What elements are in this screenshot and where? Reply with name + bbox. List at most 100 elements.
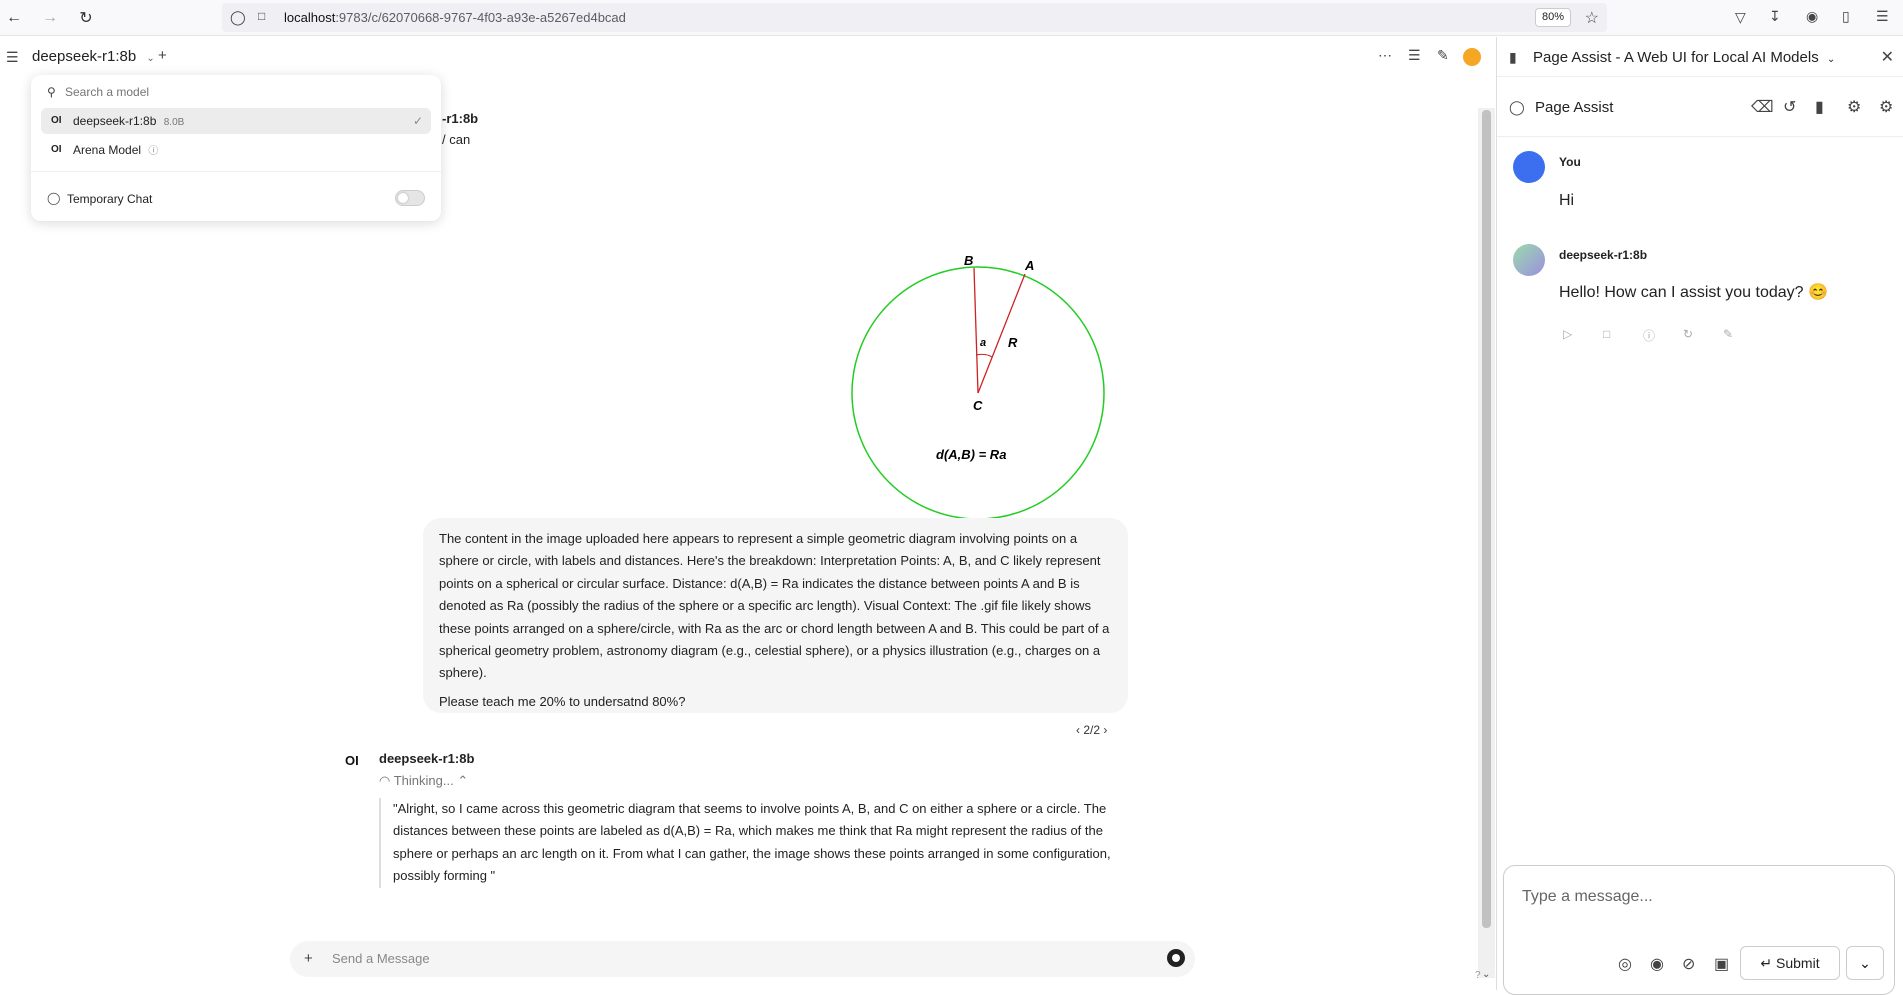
url-text[interactable]: localhost:9783/c/62070668-9767-4f03-a93e…: [284, 10, 626, 25]
next-icon[interactable]: ›: [1103, 723, 1107, 737]
attach-plus-icon[interactable]: +: [304, 950, 313, 967]
model-option-arena[interactable]: OI Arena Model ⓘ: [41, 137, 431, 163]
back-icon[interactable]: ←: [2, 6, 26, 30]
controls-icon[interactable]: ☰: [1408, 47, 1421, 64]
model-size-badge: 8.0B: [163, 117, 185, 128]
thinking-text: "Alright, so I came across this geometri…: [379, 798, 1139, 888]
info-icon[interactable]: ⓘ: [148, 146, 158, 157]
user-avatar: [1513, 151, 1545, 183]
side-message-input[interactable]: Type a message... ◎ ◉ ⊘ ▣ ↵ Submit ⌄: [1503, 865, 1895, 995]
star-icon[interactable]: ☆: [1585, 8, 1599, 28]
chat-input-placeholder[interactable]: Send a Message: [332, 951, 430, 966]
ollama-icon: OI: [51, 144, 62, 155]
zoom-level[interactable]: 80%: [1534, 8, 1571, 27]
divider: [31, 171, 441, 172]
submit-button[interactable]: ↵ Submit: [1740, 946, 1840, 980]
info-icon[interactable]: ⓘ: [1643, 327, 1655, 344]
user-avatar[interactable]: [1463, 48, 1481, 66]
label-theta: a: [980, 337, 986, 349]
model-title: deepseek-r1:8b: [32, 48, 137, 65]
gear-icon[interactable]: ⚙: [1879, 97, 1893, 117]
app-header: ☰ deepseek-r1:8b ⌄ + ⋯ ☰ ✎: [0, 37, 1495, 77]
model-option-label: Arena Model: [73, 143, 142, 157]
play-icon[interactable]: ▷: [1563, 327, 1572, 341]
message-text: Hello! How can I assist you today? 😊: [1559, 284, 1828, 301]
globe-icon[interactable]: ◎: [1618, 954, 1632, 974]
label-a: A: [1024, 258, 1034, 273]
page-icon: □: [258, 9, 266, 23]
model-search-input[interactable]: [65, 83, 425, 101]
eraser-icon[interactable]: ⌫: [1751, 97, 1774, 117]
model-selector[interactable]: deepseek-r1:8b ⌄: [32, 48, 155, 65]
eye-off-icon[interactable]: ⊘: [1682, 954, 1695, 974]
book-icon[interactable]: ▮: [1815, 97, 1824, 117]
extensions-icon[interactable]: ▯: [1842, 8, 1850, 25]
assistant-name: deepseek-r1:8b: [379, 751, 475, 766]
model-option-deepseek[interactable]: OI deepseek-r1:8b 8.0B ✓: [41, 108, 431, 134]
side-panel-title[interactable]: Page Assist - A Web UI for Local AI Mode…: [1533, 49, 1835, 66]
side-input-placeholder[interactable]: Type a message...: [1522, 888, 1653, 906]
add-model-icon[interactable]: +: [158, 47, 167, 64]
menu-icon[interactable]: ☰: [1876, 8, 1889, 25]
chat-scrollbar[interactable]: ⌄: [1478, 108, 1495, 980]
more-icon[interactable]: ⋯: [1378, 47, 1392, 64]
regenerate-icon[interactable]: ↻: [1683, 327, 1693, 341]
thinking-toggle[interactable]: ◠ Thinking... ⌃: [379, 773, 468, 789]
chevron-down-icon: ⌄: [1826, 54, 1836, 65]
chevron-down-icon: ⌄: [146, 53, 155, 64]
message-text: Hi: [1559, 192, 1575, 209]
image-icon[interactable]: ▣: [1714, 954, 1729, 974]
thinking-label: Thinking...: [393, 773, 454, 788]
shield-icon[interactable]: ◯: [230, 9, 246, 26]
user-message-text: The content in the image uploaded here a…: [439, 531, 1110, 681]
temporary-chat-label: Temporary Chat: [67, 192, 153, 206]
reload-icon[interactable]: ↻: [74, 6, 98, 30]
scroll-down-icon[interactable]: ⌄: [1482, 969, 1490, 980]
scrollbar-thumb[interactable]: [1482, 110, 1491, 928]
copy-icon[interactable]: □: [1603, 327, 1610, 341]
address-bar[interactable]: ◯ □ localhost:9783/c/62070668-9767-4f03-…: [222, 3, 1607, 32]
radius-line-b: [973, 267, 979, 394]
radius-line-a: [977, 273, 1026, 394]
submit-label: Submit: [1776, 955, 1820, 971]
history-icon[interactable]: ↺: [1783, 97, 1796, 117]
page-assist-toolbar: ◯ Page Assist ⌫ ↺ ▮ ⚙ ⚙: [1497, 77, 1903, 137]
help-icon[interactable]: ?: [1475, 970, 1481, 981]
close-icon[interactable]: ✕: [1881, 47, 1894, 67]
url-path: :9783/c/62070668-9767-4f03-a93e-a5267ed4…: [335, 10, 626, 25]
pocket-icon[interactable]: ▽: [1735, 9, 1746, 26]
model-option-label: deepseek-r1:8b: [73, 114, 157, 128]
side-panel-header: ▮ Page Assist - A Web UI for Local AI Mo…: [1497, 37, 1903, 77]
side-panel-title-text: Page Assist - A Web UI for Local AI Mode…: [1533, 49, 1819, 66]
stop-button[interactable]: [1167, 949, 1185, 967]
user-question: Please teach me 20% to undersatnd 80%?: [439, 693, 686, 709]
submit-options-button[interactable]: ⌄: [1846, 946, 1884, 980]
partial-text: / can: [442, 132, 471, 147]
new-chat-icon[interactable]: ✎: [1437, 47, 1449, 64]
brain-settings-icon[interactable]: ⚙: [1847, 97, 1861, 117]
chevron-up-icon: ⌃: [457, 773, 469, 788]
assistant-logo: OI: [345, 753, 359, 768]
user-message-bubble: The content in the image uploaded here a…: [423, 518, 1128, 713]
label-r: R: [1008, 335, 1018, 350]
response-pager: ‹ 2/2 ›: [1076, 723, 1107, 737]
download-icon[interactable]: ↧: [1769, 8, 1781, 25]
account-icon[interactable]: ◉: [1806, 8, 1818, 25]
ollama-icon: OI: [51, 115, 62, 126]
prev-icon[interactable]: ‹: [1076, 723, 1080, 737]
page-assist-panel: ▮ Page Assist - A Web UI for Local AI Mo…: [1496, 37, 1903, 995]
pager-label: 2/2: [1083, 723, 1101, 737]
geometry-diagram: B A a R C d(A,B) = Ra: [851, 253, 1105, 520]
chat-input-bar[interactable]: + Send a Message: [290, 941, 1195, 977]
temporary-chat-toggle[interactable]: [395, 190, 425, 206]
brain-icon[interactable]: ◉: [1650, 954, 1664, 974]
edit-icon[interactable]: ✎: [1723, 327, 1733, 341]
angle-arc: [975, 353, 993, 358]
forward-icon[interactable]: →: [38, 6, 62, 30]
sidebar-toggle-icon[interactable]: ☰: [6, 49, 19, 66]
label-c: C: [973, 398, 983, 413]
partial-model-name: -r1:8b: [442, 111, 479, 126]
chat-bubble-icon: ◯: [47, 191, 61, 205]
url-host: localhost: [284, 10, 336, 25]
message-author: You: [1559, 155, 1581, 169]
